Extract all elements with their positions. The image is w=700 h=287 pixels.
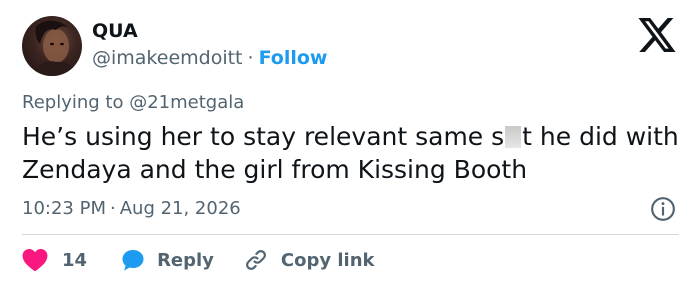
- reply-mention[interactable]: @21metgala: [129, 92, 244, 113]
- author-handle-row: @imakeemdoitt · Follow: [92, 47, 327, 69]
- tweet-text: He’s using her to stay relevant same st …: [22, 120, 682, 186]
- follow-button[interactable]: Follow: [259, 47, 328, 69]
- heart-icon: [22, 248, 48, 272]
- like-count: 14: [62, 249, 88, 271]
- tweet-date: Aug 21, 2026: [119, 198, 241, 219]
- censor-block: [505, 126, 522, 148]
- action-bar: 14 Reply Copy link: [22, 246, 375, 274]
- avatar[interactable]: [22, 16, 82, 76]
- reply-bubble-icon: [122, 250, 144, 271]
- x-logo-icon[interactable]: [638, 18, 676, 52]
- tweet-timestamp[interactable]: 10:23 PM · Aug 21, 2026: [22, 198, 241, 219]
- replying-prefix: Replying to: [22, 92, 130, 113]
- handle-separator: ·: [247, 47, 254, 69]
- author-handle[interactable]: @imakeemdoitt: [92, 47, 243, 69]
- author-name[interactable]: QUA: [92, 20, 138, 42]
- link-icon: [245, 250, 266, 270]
- reply-button[interactable]: Reply: [121, 248, 214, 272]
- meta-separator: ·: [109, 198, 116, 219]
- copy-link-label: Copy link: [280, 249, 375, 271]
- copy-link-button[interactable]: Copy link: [244, 248, 375, 272]
- replying-to: Replying to @21metgala: [22, 92, 244, 113]
- reply-label: Reply: [157, 249, 214, 271]
- avatar-image: [30, 20, 78, 76]
- tweet-time: 10:23 PM: [22, 198, 106, 219]
- divider: [22, 234, 679, 235]
- like-button[interactable]: 14: [22, 248, 87, 272]
- info-icon[interactable]: [650, 196, 676, 222]
- tweet-text-part-1: He’s using her to stay relevant same s: [22, 122, 505, 151]
